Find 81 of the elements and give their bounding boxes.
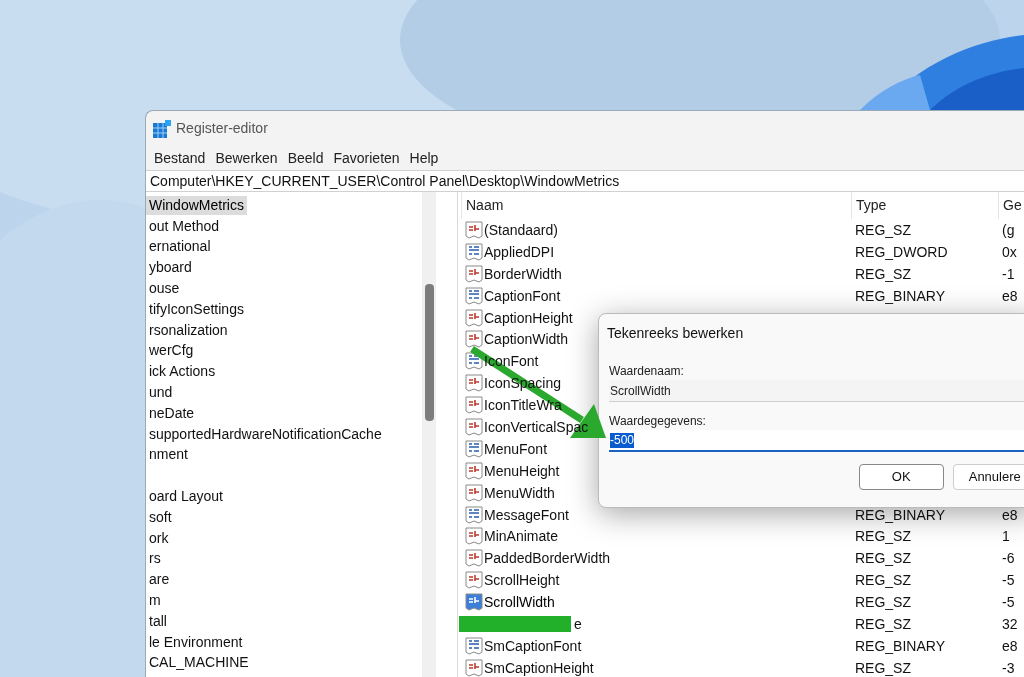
menu-item[interactable]: Beeld [282,147,329,169]
string-value-icon [465,461,483,480]
string-value-icon [465,483,483,502]
column-header[interactable]: Ge [1003,195,1022,216]
string-value-icon [465,308,483,327]
field-label: Waardegegevens: [609,414,707,428]
column-header[interactable]: Type [856,195,887,216]
value-data: 32 [1002,615,1018,632]
value-name[interactable]: MenuFont [484,440,548,457]
value-name[interactable]: CaptionFont [484,287,561,304]
binary-value-icon [465,636,483,655]
string-value-icon [465,374,483,393]
tree-item[interactable]: oard Layout [146,487,226,507]
value-type: REG_SZ [855,594,911,611]
value-name[interactable]: AppliedDPI [484,243,555,260]
value-name[interactable]: MenuWidth [484,484,555,501]
value-name[interactable]: MenuHeight [484,462,560,479]
value-type: REG_SZ [855,615,911,632]
value-data: -3 [1002,659,1015,676]
menu-item[interactable]: Bewerken [210,147,283,169]
ok-button[interactable]: OK [859,464,944,490]
value-data: -6 [1002,550,1015,567]
value-type: REG_SZ [855,528,911,545]
value-name[interactable]: e [574,615,582,632]
cancel-button[interactable]: Annulere [952,464,1024,490]
value-data: -5 [1002,594,1015,611]
value-data: (g [1002,221,1015,238]
registry-editor-icon [153,119,171,138]
value-type: REG_BINARY [855,287,945,304]
address-field[interactable]: Computer\HKEY_CURRENT_USER\Control Panel\Desktop\WindowMetrics [146,170,1024,192]
value-data: -1 [1002,265,1015,282]
value-name[interactable]: (Standaard) [484,221,558,238]
binary-value-icon [465,505,483,524]
string-value-icon [465,527,483,546]
menu-item[interactable]: Bestand [149,147,211,169]
string-value-icon [465,396,483,415]
value-data: 0x [1002,243,1017,260]
value-type: REG_BINARY [855,506,945,523]
menu-item[interactable]: Favorieten [328,147,405,169]
string-value-icon [465,571,483,590]
value-type: REG_SZ [855,550,911,567]
selected-value-text: -500 [610,432,635,448]
string-value-icon [465,220,483,239]
field-label: Waardenaam: [609,364,685,378]
value-name[interactable]: BorderWidth [484,265,562,282]
binary-value-icon [465,242,483,261]
tree-item[interactable]: WindowMetrics [146,195,247,215]
value-name[interactable]: MinAnimate [484,528,558,545]
value-name[interactable]: SmCaptionFont [484,637,582,654]
binary-value-icon [465,439,483,458]
value-name[interactable]: SmCaptionHeight [484,659,594,676]
value-type: REG_SZ [855,221,911,238]
string-value-icon [465,549,483,568]
value-type: REG_DWORD [855,243,948,260]
value-type: REG_SZ [855,659,911,676]
value-type: REG_BINARY [855,637,945,654]
string-value-icon [465,264,483,283]
value-name[interactable]: ScrollWidth [484,594,555,611]
value-data: e8 [1002,637,1018,654]
value-field[interactable]: -500 [609,430,1024,452]
column-header[interactable]: Naam [466,195,504,216]
scrollbar-thumb[interactable] [425,284,434,421]
value-type: REG_SZ [855,265,911,282]
value-name[interactable]: CaptionWidth [484,331,569,348]
value-data: e8 [1002,287,1018,304]
value-name[interactable]: CaptionHeight [484,309,573,326]
value-name[interactable]: MessageFont [484,506,569,523]
value-type: REG_SZ [855,572,911,589]
string-value-icon [465,417,483,436]
name-field: ScrollWidth [609,380,1024,402]
menu-item[interactable]: Help [404,147,444,169]
value-name[interactable]: PaddedBorderWidth [484,550,611,567]
dialog-title: Tekenreeks bewerken [607,323,744,343]
binary-value-icon [465,286,483,305]
window-title: Register-editor [176,119,268,138]
value-data: 1 [1002,528,1010,545]
string-value-icon [465,330,483,349]
value-name[interactable]: ScrollHeight [484,572,560,589]
value-data: e8 [1002,506,1018,523]
string-value-icon [465,593,483,612]
value-data: -5 [1002,572,1015,589]
